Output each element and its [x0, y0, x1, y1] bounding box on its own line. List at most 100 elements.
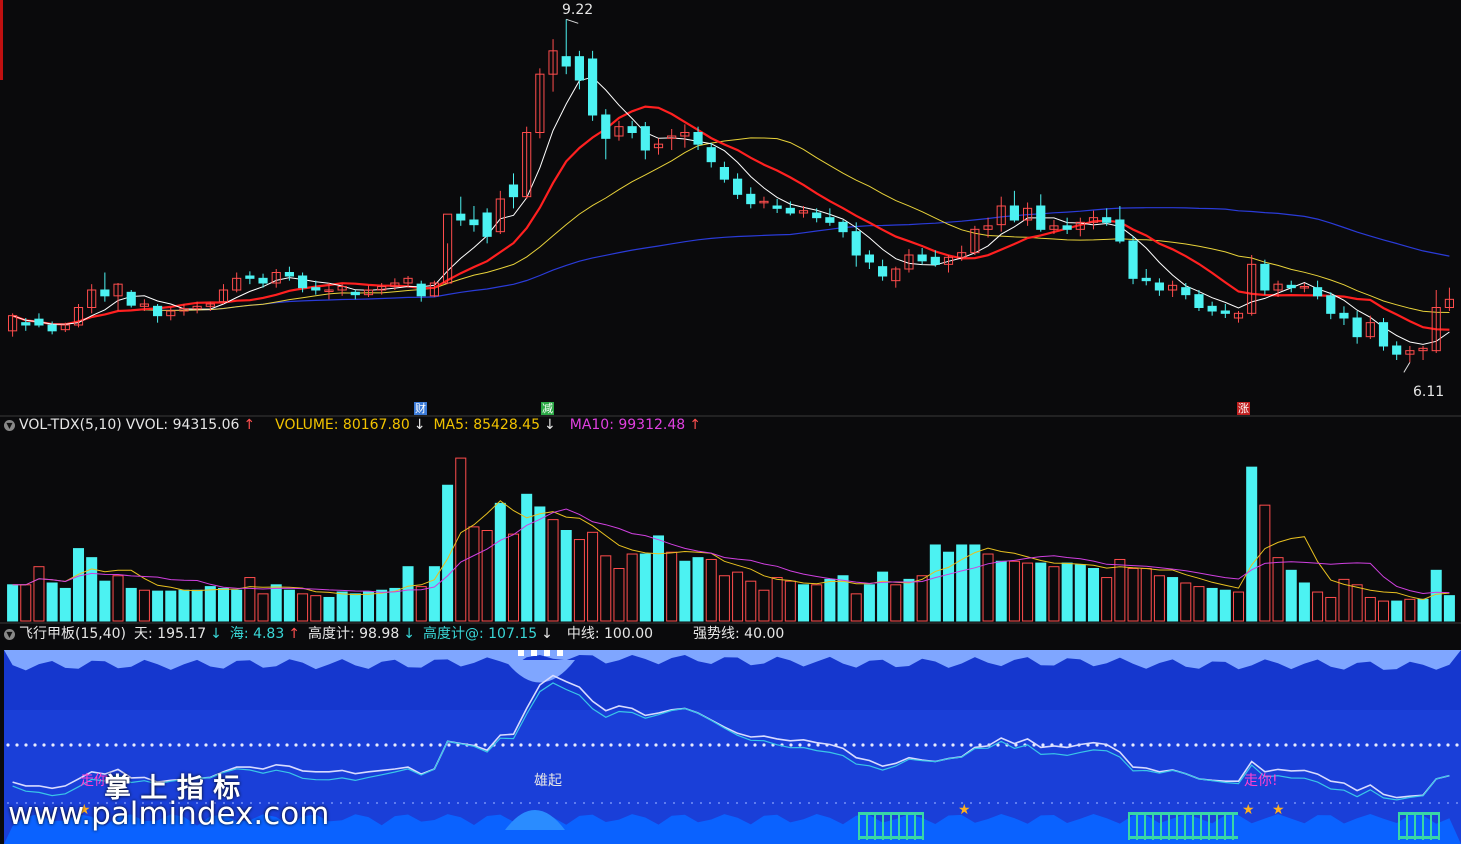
volume-bar[interactable]: [99, 580, 111, 622]
candle[interactable]: [1194, 294, 1204, 308]
volume-bar[interactable]: [191, 589, 203, 622]
volume-bar[interactable]: [204, 586, 216, 622]
volume-bar[interactable]: [1298, 582, 1310, 622]
candle[interactable]: [693, 132, 703, 145]
volume-bar[interactable]: [903, 578, 915, 622]
candle[interactable]: [1115, 219, 1125, 242]
volume-bar[interactable]: [1087, 568, 1100, 622]
volume-bar[interactable]: [152, 590, 164, 622]
event-marker-cai[interactable]: 财: [414, 402, 427, 415]
candle[interactable]: [245, 275, 255, 279]
candle[interactable]: [1207, 305, 1217, 312]
volume-bar[interactable]: [1417, 598, 1429, 622]
candle[interactable]: [21, 322, 31, 326]
candle[interactable]: [258, 277, 268, 284]
volume-bar[interactable]: [1206, 587, 1218, 622]
volume-bar[interactable]: [336, 591, 348, 622]
candle[interactable]: [153, 305, 163, 317]
volume-bar[interactable]: [652, 535, 665, 622]
candle[interactable]: [1009, 205, 1019, 221]
candle[interactable]: [126, 291, 136, 306]
volume-bar[interactable]: [46, 582, 58, 622]
volume-bar[interactable]: [639, 553, 651, 622]
event-marker-jian[interactable]: 减: [541, 402, 554, 415]
collapse-icon[interactable]: ▼: [4, 629, 15, 640]
volume-bar[interactable]: [1219, 589, 1231, 622]
candle[interactable]: [1220, 310, 1230, 314]
candle[interactable]: [864, 254, 874, 263]
candle[interactable]: [878, 266, 888, 277]
volume-bar[interactable]: [942, 551, 955, 622]
volume-bar[interactable]: [692, 557, 704, 622]
volume-bar[interactable]: [877, 571, 889, 622]
volume-bar[interactable]: [1167, 577, 1179, 622]
event-marker-zhang[interactable]: 涨: [1237, 402, 1250, 415]
volume-bar[interactable]: [270, 584, 282, 622]
volume-bar[interactable]: [125, 587, 137, 622]
volume-bar[interactable]: [323, 596, 335, 622]
volume-bar[interactable]: [534, 506, 546, 622]
candle[interactable]: [311, 287, 321, 291]
candle[interactable]: [627, 126, 637, 133]
volume-bar[interactable]: [402, 566, 414, 622]
volume-bar[interactable]: [1074, 564, 1086, 622]
volume-bar[interactable]: [1285, 569, 1297, 622]
volume-bar[interactable]: [956, 544, 968, 622]
volume-bar[interactable]: [797, 584, 810, 622]
volume-bar[interactable]: [494, 502, 506, 622]
candle[interactable]: [640, 126, 650, 151]
candle[interactable]: [34, 318, 44, 326]
volume-bar[interactable]: [178, 589, 190, 622]
candle[interactable]: [482, 212, 492, 237]
candle[interactable]: [851, 231, 861, 256]
candle[interactable]: [100, 289, 110, 297]
volume-bar[interactable]: [389, 587, 401, 622]
candle[interactable]: [1154, 282, 1164, 291]
candle[interactable]: [812, 212, 822, 219]
candle[interactable]: [746, 193, 756, 205]
candle[interactable]: [1036, 205, 1046, 230]
candle[interactable]: [917, 254, 927, 262]
candle[interactable]: [1102, 217, 1112, 223]
volume-bar[interactable]: [1061, 562, 1073, 622]
volume-bar[interactable]: [969, 544, 981, 622]
candle[interactable]: [1352, 317, 1362, 338]
volume-bar[interactable]: [7, 584, 19, 622]
candle[interactable]: [456, 213, 466, 221]
volume-indicator-name[interactable]: VOL-TDX(5,10): [19, 417, 122, 433]
volume-bar[interactable]: [59, 587, 71, 622]
volume-bar[interactable]: [165, 590, 177, 622]
volume-bar[interactable]: [442, 484, 454, 622]
candle[interactable]: [1141, 277, 1151, 282]
candle[interactable]: [574, 56, 584, 81]
candle[interactable]: [298, 275, 308, 289]
candle[interactable]: [350, 291, 360, 296]
volume-bar[interactable]: [231, 589, 243, 622]
candle[interactable]: [1326, 295, 1336, 314]
candle[interactable]: [1128, 240, 1138, 279]
candle[interactable]: [838, 221, 848, 233]
candle[interactable]: [284, 272, 294, 277]
volume-bar[interactable]: [72, 548, 85, 622]
volume-bar[interactable]: [1035, 562, 1047, 622]
volume-bar[interactable]: [679, 560, 691, 622]
volume-bar[interactable]: [1391, 600, 1403, 622]
candle[interactable]: [469, 219, 479, 226]
volume-bar[interactable]: [283, 589, 295, 622]
candle[interactable]: [772, 205, 782, 209]
collapse-icon[interactable]: ▼: [4, 420, 15, 431]
indicator-name[interactable]: 飞行甲板(15,40): [19, 626, 126, 642]
candle[interactable]: [561, 56, 571, 67]
candle[interactable]: [706, 147, 716, 163]
candle[interactable]: [508, 184, 519, 198]
candle[interactable]: [588, 58, 598, 116]
candle[interactable]: [47, 324, 57, 332]
volume-bar[interactable]: [824, 578, 836, 622]
volume-bar[interactable]: [560, 530, 572, 622]
candle[interactable]: [1339, 312, 1349, 319]
volume-bar[interactable]: [837, 575, 849, 622]
volume-bar[interactable]: [86, 557, 98, 622]
volume-bar[interactable]: [863, 584, 875, 622]
candle[interactable]: [1392, 345, 1402, 355]
candle[interactable]: [416, 283, 426, 297]
